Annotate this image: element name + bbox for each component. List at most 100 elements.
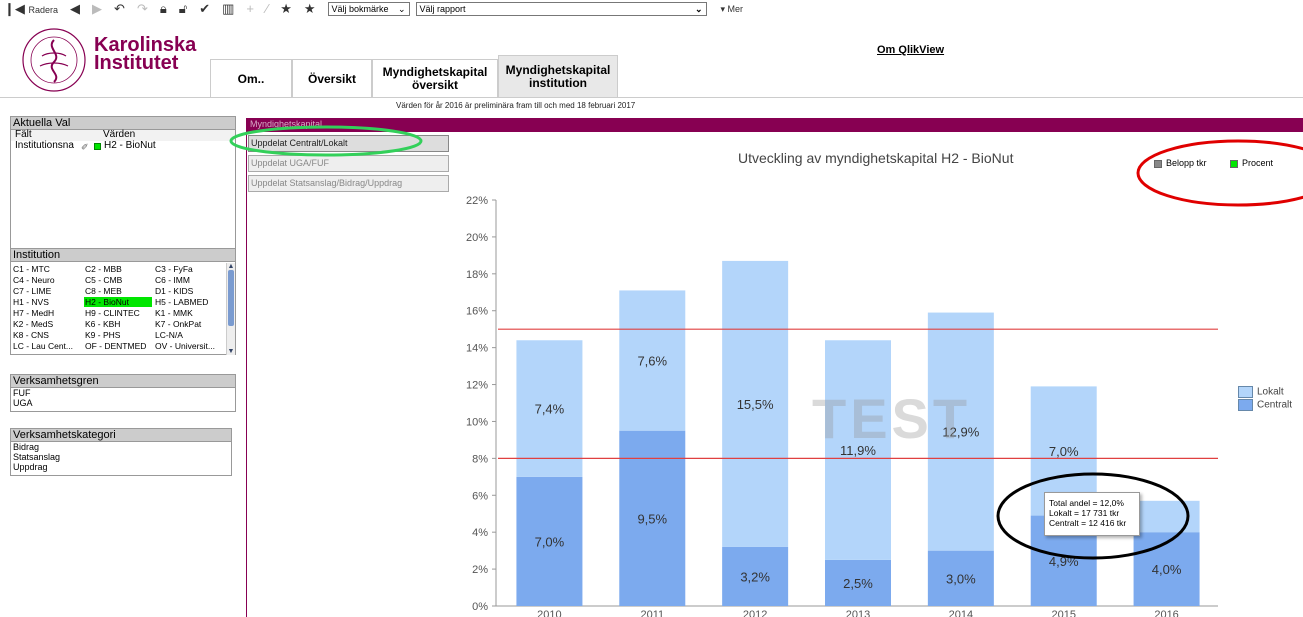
check-button[interactable]: ✔ (199, 0, 210, 18)
unlock-button[interactable]: 🔓︎ (179, 0, 187, 18)
data-label-lokalt: 15,5% (737, 397, 774, 412)
legend-swatch-centralt (1238, 398, 1253, 411)
add-button[interactable]: + (246, 0, 254, 18)
data-label-centralt: 4,0% (1152, 562, 1182, 577)
undo-button[interactable]: ↶ (114, 0, 125, 18)
lock-button[interactable]: 🔒︎ (160, 0, 167, 18)
data-label-centralt: 2,5% (843, 576, 873, 591)
y-tick-label: 0% (472, 601, 488, 613)
institution-scrollbar[interactable]: ▲ ▼ (226, 263, 235, 355)
institution-item[interactable]: LC-N/A (154, 330, 220, 340)
x-tick-label: 2014 (949, 609, 973, 617)
list-item[interactable]: Bidrag (11, 442, 231, 452)
chart-legend: Lokalt Centralt (1238, 386, 1292, 411)
black-highlight-ellipse (996, 472, 1190, 560)
institution-item[interactable]: H9 - CLINTEC (84, 308, 150, 318)
institution-item[interactable]: C4 - Neuro (12, 275, 78, 285)
more-button[interactable]: ▾ Mer (721, 4, 744, 15)
report-select[interactable]: Välj rapport ⌄ (415, 2, 707, 16)
panel-title: Verksamhetsgren (11, 375, 235, 388)
institution-item[interactable]: C6 - IMM (154, 275, 220, 285)
institution-item[interactable]: C2 - MBB (84, 264, 150, 274)
lock-icon: 🔒︎ (159, 1, 167, 16)
logo-line2: Institutet (94, 52, 179, 74)
institution-item[interactable]: C8 - MEB (84, 286, 150, 296)
x-tick-label: 2011 (640, 609, 664, 617)
selection-row[interactable]: Institutionsna ✐ H2 - BioNut (11, 141, 235, 153)
preliminary-note: Värden för år 2016 är preliminära fram t… (396, 101, 636, 110)
institution-item[interactable]: C5 - CMB (84, 275, 150, 285)
x-tick-label: 2015 (1051, 609, 1075, 617)
legend-item-centralt[interactable]: Centralt (1238, 398, 1292, 412)
scroll-down-icon[interactable]: ▼ (227, 348, 235, 355)
verksamhetsgren-listbox: Verksamhetsgren FUF UGA (10, 374, 236, 412)
institution-item[interactable]: K6 - KBH (84, 319, 150, 329)
list-item[interactable]: UGA (11, 398, 235, 408)
legend-label-lokalt: Lokalt (1257, 386, 1284, 398)
skip-back-icon: ❙◀ (4, 0, 25, 16)
data-label-lokalt: 7,6% (637, 354, 667, 369)
unlock-icon: 🔓︎ (178, 1, 188, 16)
chevron-down-icon: ⌄ (694, 4, 703, 14)
data-label-lokalt: 7,4% (535, 402, 565, 417)
back-arrow-icon: ◀ (70, 1, 81, 16)
data-label-centralt: 3,0% (946, 571, 976, 586)
institution-item[interactable]: K7 - OnkPat (154, 319, 220, 329)
star-icon: ★ (303, 1, 316, 16)
list-item[interactable]: Statsanslag (11, 452, 231, 462)
forward-button[interactable]: ▶ (92, 0, 102, 18)
chart-button[interactable]: ▥ (222, 0, 234, 18)
institution-item[interactable]: K1 - MMK (154, 308, 220, 318)
institution-item[interactable]: C1 - MTC (12, 264, 78, 274)
values-col-header: Värden (103, 129, 136, 140)
wand-button[interactable]: ⁄ (266, 0, 268, 18)
back-button[interactable]: ◀ (70, 0, 80, 18)
institution-item[interactable]: H7 - MedH (12, 308, 78, 318)
eraser-icon[interactable]: ✐ (81, 142, 89, 152)
bookmark-select[interactable]: Välj bokmärke ⌄ (327, 2, 410, 16)
institution-item[interactable]: LC - Lau Cent... (12, 341, 78, 351)
institution-item[interactable]: C3 - FyFa (154, 264, 220, 274)
institution-item[interactable]: K8 - CNS (12, 330, 78, 340)
scroll-thumb[interactable] (228, 270, 234, 326)
institution-item[interactable]: H5 - LABMED (154, 297, 220, 307)
clear-label: Radera (28, 4, 59, 15)
tab-myndighetskapital-institution[interactable]: Myndighetskapital institution (498, 55, 618, 98)
data-label-lokalt: 7,0% (1049, 444, 1079, 459)
institution-item[interactable]: OV - Universit... (154, 341, 220, 351)
om-qlikview-link[interactable]: Om QlikView (877, 44, 944, 56)
legend-item-lokalt[interactable]: Lokalt (1238, 386, 1292, 399)
scroll-up-icon[interactable]: ▲ (227, 263, 235, 270)
split-statsanslag-button[interactable]: Uppdelat Statsanslag/Bidrag/Uppdrag (248, 175, 449, 192)
institution-item[interactable]: H2 - BioNut (84, 297, 152, 307)
y-tick-label: 10% (466, 416, 488, 428)
tab-oversikt[interactable]: Översikt (292, 59, 372, 98)
institution-item[interactable]: OF - DENTMED (84, 341, 150, 351)
institution-item[interactable]: H1 - NVS (12, 297, 78, 307)
tab-myndighetskapital-oversikt[interactable]: Myndighetskapital översikt (372, 59, 498, 98)
x-tick-label: 2012 (743, 609, 767, 617)
bookmark-select-value: Välj bokmärke (331, 4, 389, 14)
verksamhetskategori-listbox: Verksamhetskategori Bidrag Statsanslag U… (10, 428, 232, 476)
bookmark-button[interactable]: ★ (304, 0, 316, 18)
field-col-header: Fält (15, 129, 32, 140)
data-label-centralt: 9,5% (637, 511, 667, 526)
institution-item[interactable]: K9 - PHS (84, 330, 150, 340)
institution-listbox: Institution C1 - MTC C2 - MBB C3 - FyFa C4 … (10, 248, 236, 355)
x-tick-label: 2013 (846, 609, 870, 617)
tab-om[interactable]: Om.. (210, 59, 292, 98)
clear-button[interactable]: ❙◀ Radera (4, 0, 58, 19)
list-item[interactable]: FUF (11, 388, 235, 398)
bookmark-add-button[interactable]: ★ (280, 0, 292, 18)
redo-button[interactable]: ↷ (137, 0, 148, 18)
tab-label: Om.. (237, 71, 265, 86)
y-tick-label: 20% (466, 232, 488, 244)
list-item[interactable]: Uppdrag (11, 462, 231, 472)
tab-divider (0, 97, 1303, 98)
triangle-down-icon: ▾ (720, 3, 726, 14)
institution-item[interactable]: K2 - MedS (12, 319, 78, 329)
y-tick-label: 22% (466, 195, 488, 207)
institution-item[interactable]: C7 - LIME (12, 286, 78, 296)
institution-item[interactable]: D1 - KIDS (154, 286, 220, 296)
y-tick-label: 12% (466, 380, 488, 392)
